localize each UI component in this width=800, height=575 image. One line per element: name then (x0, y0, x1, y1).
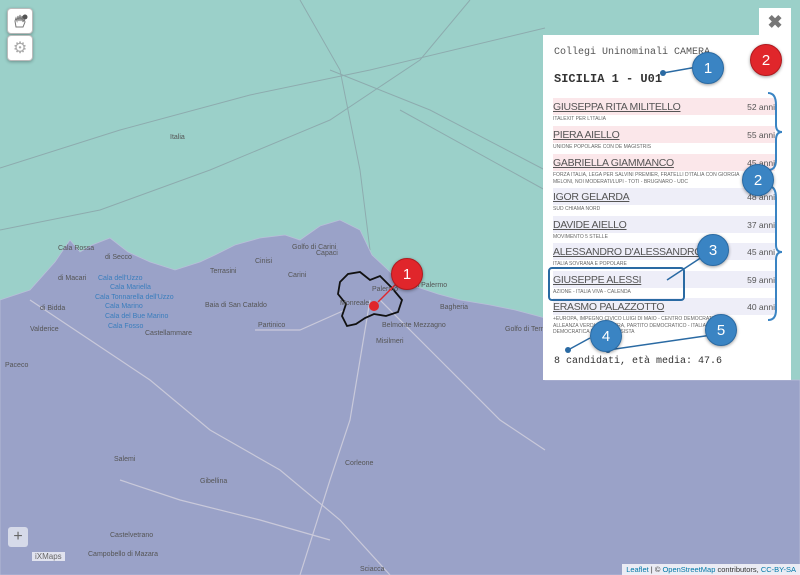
leader-line (607, 334, 713, 351)
leader-dot (660, 70, 666, 76)
marker-2-red: 2 (750, 44, 782, 76)
marker-1-red: 1 (391, 258, 423, 290)
leader-line (567, 337, 591, 351)
leader-line (377, 283, 397, 303)
brace-lavender-group (767, 185, 783, 321)
marker-1-blue: 1 (692, 52, 724, 84)
marker-5: 5 (705, 314, 737, 346)
marker-3: 3 (697, 234, 729, 266)
brace-pink-group (767, 92, 783, 171)
marker-4: 4 (590, 320, 622, 352)
marker-2-blue: 2 (742, 164, 774, 196)
leader-dot (565, 347, 571, 353)
candidate-highlight-box (548, 267, 685, 301)
